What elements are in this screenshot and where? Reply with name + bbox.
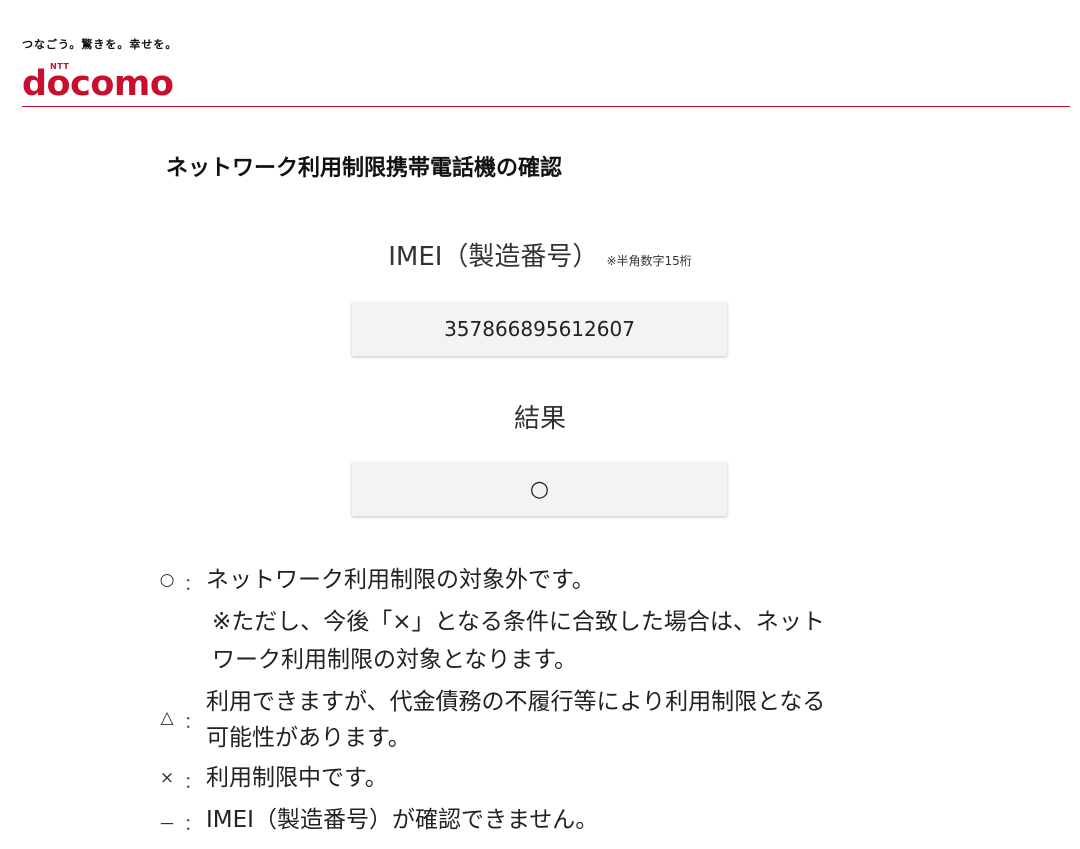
legend-text: 利用できますが、代金債務の不履行等により利用制限となる [206,689,826,715]
docomo-logo[interactable]: NTT docomo [22,52,192,104]
legend-colon: ： [184,713,201,733]
dash-icon: － [158,815,176,835]
brand-tagline: つなごう。驚きを。幸せを。 [22,38,178,51]
result-value-field: ○ [352,462,727,516]
legend-text: 可能性があります。 [206,725,411,751]
result-circle-icon: ○ [529,476,550,502]
logo-wordmark: docomo [22,64,174,104]
site-header: つなごう。驚きを。幸せを。 NTT docomo [22,36,1070,108]
header-divider [22,106,1070,107]
imei-value: 357866895612607 [444,317,635,341]
legend-colon: ： [184,575,201,595]
circle-icon: ○ [159,570,175,590]
imei-field-label: IMEI（製造番号） ※半角数字15桁 [0,236,1080,273]
result-label: 結果 [513,404,566,434]
legend-text: IMEI（製造番号）が確認できません。 [206,807,599,833]
legend-note-line: ワーク利用制限の対象となります。 [212,647,578,673]
imei-label-text: IMEI（製造番号） [388,242,599,272]
cross-icon: × [159,768,175,788]
legend-text: ネットワーク利用制限の対象外です。 [206,567,595,593]
page-title: ネットワーク利用制限携帯電話機の確認 [166,156,563,181]
legend-colon: ： [184,815,201,835]
legend-note-line: ※ただし、今後「×」となる条件に合致した場合は、ネット [212,609,825,635]
legend-colon: ： [184,773,201,793]
imei-format-note: ※半角数字15桁 [606,254,692,268]
triangle-icon: △ [160,708,174,728]
imei-value-field[interactable]: 357866895612607 [352,302,727,356]
legend-text: 利用制限中です。 [206,765,388,791]
